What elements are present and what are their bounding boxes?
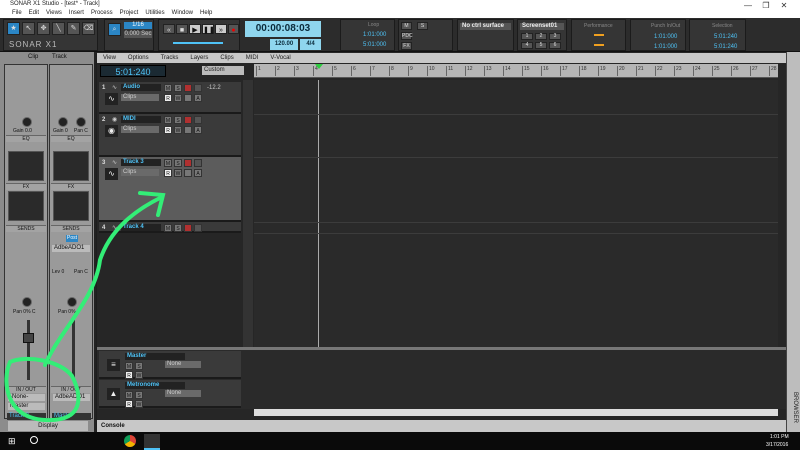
annotation-overlay [4, 191, 166, 423]
annotation-circle [4, 356, 81, 423]
annotation-arrow-line [43, 195, 164, 367]
